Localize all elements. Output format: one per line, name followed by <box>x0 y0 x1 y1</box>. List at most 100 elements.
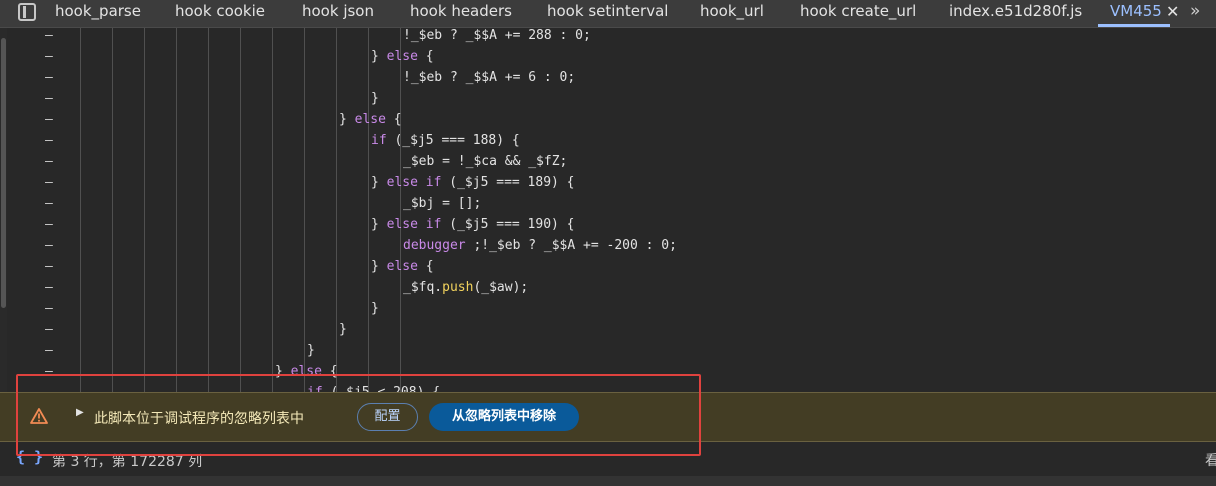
ignore-list-notification: ▶ 此脚本位于调试程序的忽略列表中 配置 从忽略列表中移除 <box>0 392 1216 442</box>
code-text: !_$eb ? _$$A += 288 : 0; <box>403 28 591 43</box>
code-token: } <box>371 175 387 190</box>
code-line[interactable]: –} else { <box>0 46 1216 67</box>
code-token: } <box>371 259 387 274</box>
code-line[interactable]: –} else { <box>0 361 1216 382</box>
code-token: (_$j5 === 189) { <box>441 175 575 190</box>
configure-button[interactable]: 配置 <box>357 403 418 431</box>
more-tabs-icon[interactable]: » <box>1190 0 1200 27</box>
code-token: (_$j5 === 188) { <box>386 133 520 148</box>
line-marker: – <box>45 70 53 85</box>
code-text: _$fq.push(_$aw); <box>403 277 528 298</box>
tab-hook-url[interactable]: hook_url <box>700 0 764 27</box>
line-marker: – <box>45 175 53 190</box>
line-marker: – <box>45 49 53 64</box>
code-line[interactable]: –} else { <box>0 256 1216 277</box>
code-line[interactable]: –} else if (_$j5 === 189) { <box>0 172 1216 193</box>
code-token: } <box>371 217 387 232</box>
tab-hook-create-url[interactable]: hook create_url <box>800 0 916 27</box>
code-token: { <box>417 259 434 274</box>
line-marker: – <box>45 322 53 337</box>
code-token: { <box>321 364 338 379</box>
code-keyword: if <box>307 385 323 392</box>
code-line[interactable]: –} <box>0 88 1216 109</box>
code-line[interactable]: – _$eb = !_$ca && _$fZ; <box>0 151 1216 172</box>
tab-index-js[interactable]: index.e51d280f.js <box>949 0 1082 27</box>
line-marker: – <box>45 112 53 127</box>
status-bar: { } 第 3 行，第 172287 列 看 <box>0 442 1216 476</box>
sidebar-toggle-icon[interactable] <box>18 3 36 21</box>
code-line[interactable]: – _$bj = []; <box>0 193 1216 214</box>
code-text: } else if (_$j5 === 190) { <box>371 214 575 235</box>
code-keyword: else <box>386 259 418 274</box>
code-text: !_$eb ? _$$A += 6 : 0; <box>403 70 576 85</box>
scrollbar-thumb[interactable] <box>1 38 6 308</box>
line-marker: – <box>45 382 53 392</box>
code-line[interactable]: – if (_$j5 < 208) { <box>0 382 1216 392</box>
code-token: (_$j5 < 208) { <box>323 385 440 392</box>
remove-from-ignore-list-button[interactable]: 从忽略列表中移除 <box>429 403 579 431</box>
tab-hook-cookie[interactable]: hook cookie <box>175 0 265 27</box>
code-text: } else { <box>339 109 402 130</box>
cursor-position: 第 3 行，第 172287 列 <box>52 454 203 470</box>
tab-hook-headers[interactable]: hook headers <box>410 0 512 27</box>
line-marker: – <box>45 259 53 274</box>
code-line[interactable]: – !_$eb ? _$$A += 6 : 0; <box>0 67 1216 88</box>
code-text: } <box>307 343 315 358</box>
code-editor[interactable]: – !_$eb ? _$$A += 288 : 0; –} else {– !_$eb… <box>0 28 1216 392</box>
line-marker: – <box>45 364 53 379</box>
warning-icon <box>30 408 48 424</box>
tab-bar: hook_parse hook cookie hook json hook he… <box>0 0 1216 28</box>
code-token: (_$aw); <box>473 280 529 295</box>
line-marker: – <box>45 280 53 295</box>
line-marker: – <box>45 28 53 43</box>
code-text: if (_$j5 < 208) { <box>307 382 440 392</box>
code-keyword: else <box>290 364 322 379</box>
expand-caret-icon[interactable]: ▶ <box>76 407 84 418</box>
code-line[interactable]: – _$fq.push(_$aw); <box>0 277 1216 298</box>
code-text: } <box>371 301 379 316</box>
code-token: } <box>371 49 387 64</box>
line-marker: – <box>45 133 53 148</box>
line-marker: – <box>45 196 53 211</box>
close-icon[interactable]: ✕ <box>1166 0 1179 27</box>
code-text: if (_$j5 === 188) { <box>371 130 520 151</box>
code-text: } else { <box>371 46 434 67</box>
code-token: { <box>417 49 434 64</box>
code-token: } <box>339 112 355 127</box>
code-token: ;!_$eb ? _$$A += -200 : 0; <box>465 238 677 253</box>
code-line[interactable]: – !_$eb ? _$$A += 288 : 0; <box>0 28 1216 46</box>
line-marker: – <box>45 154 53 169</box>
code-line[interactable]: – debugger ;!_$eb ? _$$A += -200 : 0; <box>0 235 1216 256</box>
tab-hook-setinterval[interactable]: hook setinterval <box>547 0 668 27</box>
code-token: _$fq. <box>403 280 443 295</box>
line-marker: – <box>45 217 53 232</box>
code-line[interactable]: –} <box>0 298 1216 319</box>
tab-hook-parse[interactable]: hook_parse <box>55 0 141 27</box>
line-marker: – <box>45 343 53 358</box>
tab-hook-json[interactable]: hook json <box>302 0 374 27</box>
line-marker: – <box>45 238 53 253</box>
code-line[interactable]: –} <box>0 340 1216 361</box>
code-keyword: if <box>371 133 387 148</box>
code-line[interactable]: – } else { <box>0 109 1216 130</box>
code-keyword: else <box>386 49 418 64</box>
status-right-text: 看 <box>1205 453 1216 469</box>
code-line[interactable]: – } else if (_$j5 === 190) { <box>0 214 1216 235</box>
code-line[interactable]: –} <box>0 319 1216 340</box>
code-text: } else if (_$j5 === 189) { <box>371 172 575 193</box>
code-keyword: debugger <box>403 238 466 253</box>
code-keyword: else if <box>386 217 442 232</box>
code-text: } else { <box>371 256 434 277</box>
tab-vm455[interactable]: VM455 <box>1098 0 1170 27</box>
vertical-scrollbar[interactable] <box>0 28 7 392</box>
code-text: _$eb = !_$ca && _$fZ; <box>403 154 568 169</box>
code-text: } <box>371 91 379 106</box>
code-keyword: else if <box>386 175 442 190</box>
pretty-print-icon[interactable]: { } <box>16 448 43 466</box>
line-marker: – <box>45 301 53 316</box>
code-token: } <box>275 364 291 379</box>
code-function: push <box>442 280 474 295</box>
notification-message: 此脚本位于调试程序的忽略列表中 <box>94 411 304 427</box>
code-text: debugger ;!_$eb ? _$$A += -200 : 0; <box>403 235 677 256</box>
code-line[interactable]: – if (_$j5 === 188) { <box>0 130 1216 151</box>
